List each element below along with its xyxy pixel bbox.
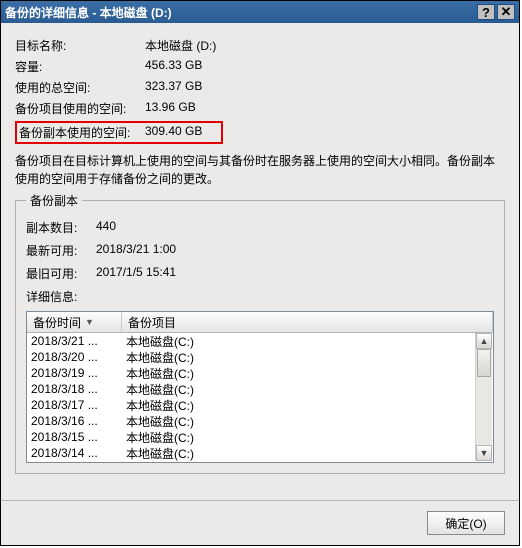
label-details: 详细信息: — [26, 288, 494, 305]
value-target-name: 本地磁盘 (D:) — [145, 37, 216, 54]
value-latest: 2018/3/21 1:00 — [96, 242, 176, 259]
ok-button[interactable]: 确定(O) — [427, 511, 505, 535]
label-oldest: 最旧可用: — [26, 265, 96, 282]
list-rows: 2018/3/21 ...本地磁盘(C:)2018/3/20 ...本地磁盘(C… — [27, 333, 493, 461]
kv-copies: 副本数目: 440 — [26, 219, 494, 236]
cell-item: 本地磁盘(C:) — [122, 397, 493, 414]
cell-time: 2018/3/20 ... — [27, 350, 122, 364]
kv-backup-copy-used-highlighted: 备份副本使用的空间: 309.40 GB — [15, 121, 223, 144]
cell-time: 2018/3/16 ... — [27, 414, 122, 428]
table-row[interactable]: 2018/3/14 ...本地磁盘(C:) — [27, 445, 493, 461]
cell-item: 本地磁盘(C:) — [122, 365, 493, 382]
kv-latest: 最新可用: 2018/3/21 1:00 — [26, 242, 494, 259]
cell-time: 2018/3/14 ... — [27, 446, 122, 460]
value-capacity: 456.33 GB — [145, 58, 202, 75]
cell-item: 本地磁盘(C:) — [122, 333, 493, 350]
help-button[interactable]: ? — [477, 4, 495, 20]
scroll-track[interactable] — [476, 349, 492, 445]
col-header-item[interactable]: 备份项目 — [122, 312, 493, 333]
cell-item: 本地磁盘(C:) — [122, 445, 493, 462]
window-title: 备份的详细信息 - 本地磁盘 (D:) — [5, 4, 475, 21]
col-header-time-label: 备份时间 — [33, 314, 81, 331]
label-target-name: 目标名称: — [15, 37, 145, 54]
cell-time: 2018/3/19 ... — [27, 366, 122, 380]
title-bar[interactable]: 备份的详细信息 - 本地磁盘 (D:) ? ✕ — [1, 1, 519, 23]
cell-item: 本地磁盘(C:) — [122, 381, 493, 398]
value-used-total: 323.37 GB — [145, 79, 202, 96]
value-backup-item-used: 13.96 GB — [145, 100, 196, 117]
backup-copies-group: 备份副本 副本数目: 440 最新可用: 2018/3/21 1:00 最旧可用… — [15, 192, 505, 474]
value-copies: 440 — [96, 219, 116, 236]
kv-capacity: 容量: 456.33 GB — [15, 58, 505, 75]
scroll-down-button[interactable]: ▼ — [476, 445, 492, 461]
list-header: 备份时间 ▼ 备份项目 — [27, 312, 493, 333]
group-legend: 备份副本 — [26, 192, 82, 209]
table-row[interactable]: 2018/3/15 ...本地磁盘(C:) — [27, 429, 493, 445]
dialog-body: 目标名称: 本地磁盘 (D:) 容量: 456.33 GB 使用的总空间: 32… — [1, 23, 519, 500]
kv-oldest: 最旧可用: 2017/1/5 15:41 — [26, 265, 494, 282]
kv-backup-item-used: 备份项目使用的空间: 13.96 GB — [15, 100, 505, 117]
col-header-item-label: 备份项目 — [128, 316, 176, 330]
cell-item: 本地磁盘(C:) — [122, 349, 493, 366]
table-row[interactable]: 2018/3/20 ...本地磁盘(C:) — [27, 349, 493, 365]
cell-item: 本地磁盘(C:) — [122, 413, 493, 430]
label-latest: 最新可用: — [26, 242, 96, 259]
col-header-time[interactable]: 备份时间 ▼ — [27, 312, 122, 333]
label-copies: 副本数目: — [26, 219, 96, 236]
cell-time: 2018/3/17 ... — [27, 398, 122, 412]
vertical-scrollbar[interactable]: ▲ ▼ — [475, 333, 492, 461]
close-button[interactable]: ✕ — [497, 4, 515, 20]
sort-desc-icon: ▼ — [85, 317, 94, 327]
table-row[interactable]: 2018/3/16 ...本地磁盘(C:) — [27, 413, 493, 429]
label-backup-item-used: 备份项目使用的空间: — [15, 100, 145, 117]
scroll-thumb[interactable] — [477, 349, 491, 377]
kv-target-name: 目标名称: 本地磁盘 (D:) — [15, 37, 505, 54]
table-row[interactable]: 2018/3/18 ...本地磁盘(C:) — [27, 381, 493, 397]
cell-time: 2018/3/18 ... — [27, 382, 122, 396]
dialog-footer: 确定(O) — [1, 500, 519, 545]
table-row[interactable]: 2018/3/21 ...本地磁盘(C:) — [27, 333, 493, 349]
value-backup-copy-used: 309.40 GB — [145, 124, 202, 141]
cell-time: 2018/3/15 ... — [27, 430, 122, 444]
label-capacity: 容量: — [15, 58, 145, 75]
description-text: 备份项目在目标计算机上使用的空间与其备份时在服务器上使用的空间大小相同。备份副本… — [15, 152, 505, 188]
label-used-total: 使用的总空间: — [15, 79, 145, 96]
scroll-up-button[interactable]: ▲ — [476, 333, 492, 349]
label-backup-copy-used: 备份副本使用的空间: — [19, 124, 145, 141]
backup-list: 备份时间 ▼ 备份项目 2018/3/21 ...本地磁盘(C:)2018/3/… — [26, 311, 494, 463]
value-oldest: 2017/1/5 15:41 — [96, 265, 176, 282]
kv-used-total: 使用的总空间: 323.37 GB — [15, 79, 505, 96]
dialog-window: 备份的详细信息 - 本地磁盘 (D:) ? ✕ 目标名称: 本地磁盘 (D:) … — [0, 0, 520, 546]
cell-time: 2018/3/21 ... — [27, 334, 122, 348]
table-row[interactable]: 2018/3/19 ...本地磁盘(C:) — [27, 365, 493, 381]
cell-item: 本地磁盘(C:) — [122, 429, 493, 446]
table-row[interactable]: 2018/3/17 ...本地磁盘(C:) — [27, 397, 493, 413]
